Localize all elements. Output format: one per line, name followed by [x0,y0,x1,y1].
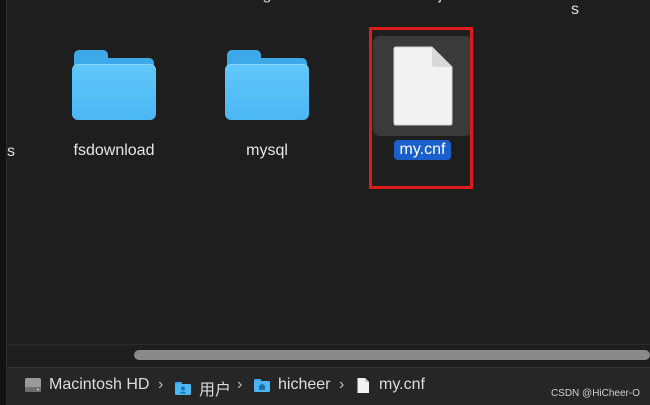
finder-window: windows logs fsloader-rejects s s fsdown… [0,0,650,405]
document-icon [357,377,369,393]
path-crumb-my-cnf[interactable]: my.cnf [356,376,425,394]
watermark: CSDN @HiCheer-O [550,388,640,399]
path-crumb-users[interactable]: 用户 [174,376,231,400]
chevron-right-icon: › [339,376,345,393]
path-crumb-hicheer[interactable]: hicheer [253,376,330,394]
crumb-label: 用户 [199,382,232,399]
chevron-right-icon: › [158,376,164,393]
home-folder-icon [254,378,270,392]
cut-off-item-label[interactable]: s [7,143,15,161]
annotation-highlight-box [369,27,473,189]
crumb-label: hicheer [278,376,331,393]
folder-item-fsdownload[interactable]: fsdownload [54,50,174,160]
crumb-label: Macintosh HD [49,376,150,393]
cut-off-item-label[interactable]: logs [250,0,279,4]
item-label: mysql [246,142,288,159]
users-folder-icon [175,381,191,395]
folder-icon [225,50,309,120]
folder-icon [72,50,156,120]
sidebar-edge [0,0,7,405]
hard-drive-icon [25,378,41,392]
path-crumb-macintosh-hd[interactable]: Macintosh HD [24,376,149,394]
folder-item-mysql[interactable]: mysql [207,50,327,160]
cut-off-item-label[interactable]: fsloader-rejects [362,0,471,4]
horizontal-scrollbar-thumb[interactable] [134,350,650,360]
item-label: fsdownload [73,142,155,159]
crumb-label: my.cnf [379,376,425,393]
cut-off-item-label[interactable]: s [571,1,579,19]
chevron-right-icon: › [237,376,243,393]
cut-off-item-label[interactable]: windows [80,0,141,4]
